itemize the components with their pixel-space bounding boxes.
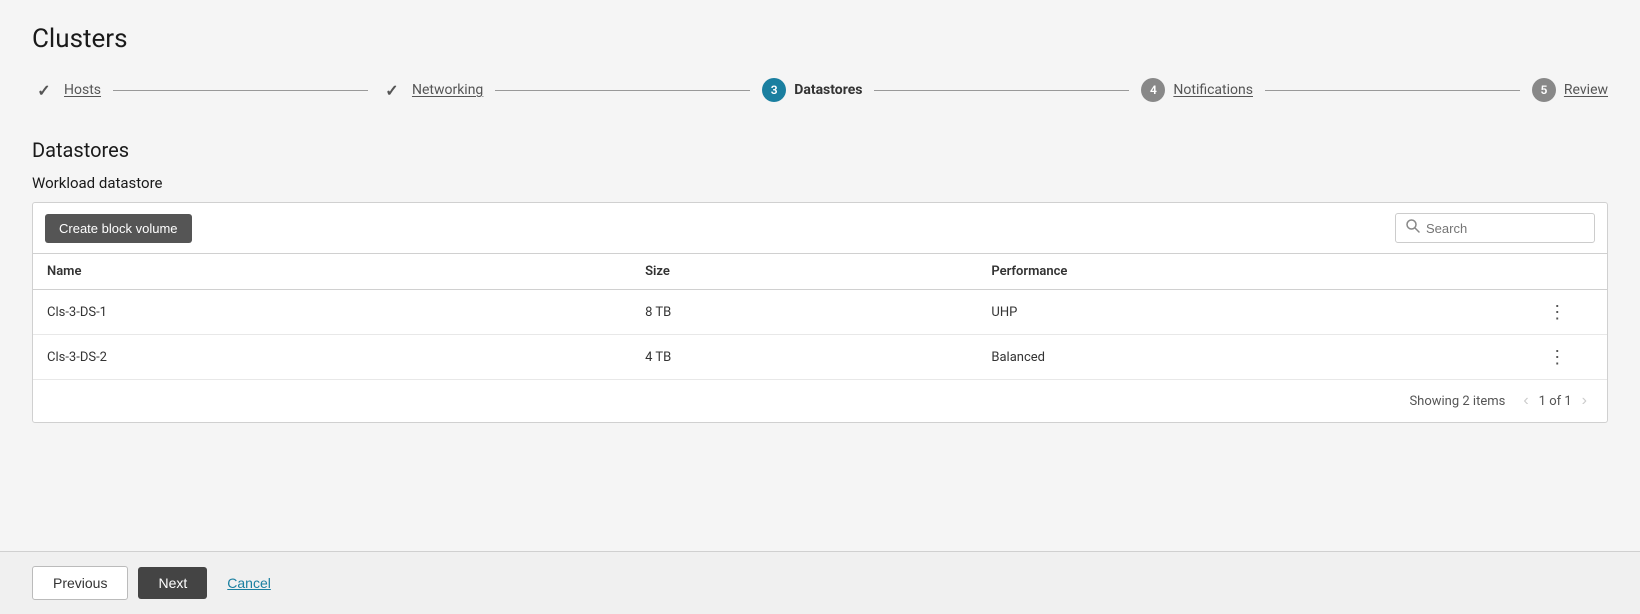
step-review-circle: 5 [1532,78,1556,102]
step-hosts: ✓ Hosts [32,78,101,102]
table-row: Cls-3-DS-1 8 TB UHP ⋮ [33,290,1607,335]
table-toolbar: Create block volume [33,203,1607,254]
col-header-name: Name [33,254,631,290]
step-notifications: 4 Notifications [1141,78,1253,102]
col-header-actions [1528,254,1607,290]
next-button[interactable]: Next [138,567,207,599]
page-wrapper: Clusters ✓ Hosts ✓ Networking 3 [0,0,1640,614]
cell-size: 8 TB [631,290,977,335]
stepper: ✓ Hosts ✓ Networking 3 Datastores [32,78,1608,102]
step-line-1 [113,90,368,91]
showing-items-text: Showing 2 items [1409,394,1505,409]
step-datastores-circle: 3 [762,78,786,102]
cell-size: 4 TB [631,335,977,380]
cancel-button[interactable]: Cancel [217,567,281,599]
pagination-prev-button[interactable]: ‹ [1517,390,1534,412]
pagination-controls: ‹ 1 of 1 › [1517,390,1593,412]
cell-performance: UHP [977,290,1528,335]
cell-performance: Balanced [977,335,1528,380]
step-notifications-circle: 4 [1141,78,1165,102]
step-review: 5 Review [1532,78,1608,102]
step-hosts-label[interactable]: Hosts [64,82,101,98]
cell-name: Cls-3-DS-1 [33,290,631,335]
step-networking-circle: ✓ [380,78,404,102]
datastores-table: Name Size Performance Cls-3-DS-1 8 TB UH… [33,254,1607,379]
bottom-bar: Previous Next Cancel [0,551,1640,614]
cell-actions: ⋮ [1528,290,1607,335]
step-hosts-circle: ✓ [32,78,56,102]
main-content: Clusters ✓ Hosts ✓ Networking 3 [0,0,1640,551]
step-review-label[interactable]: Review [1564,82,1608,98]
step-datastores-label: Datastores [794,82,862,98]
page-title: Clusters [32,24,1608,54]
pagination-next-button[interactable]: › [1576,390,1593,412]
search-box [1395,213,1595,243]
row-more-button[interactable]: ⋮ [1542,346,1572,368]
search-icon [1406,219,1420,237]
datastores-section-title: Datastores [32,138,1608,162]
step-networking-label[interactable]: Networking [412,82,483,98]
step-datastores: 3 Datastores [762,78,862,102]
workload-datastore-title: Workload datastore [32,174,1608,192]
col-header-performance: Performance [977,254,1528,290]
table-row: Cls-3-DS-2 4 TB Balanced ⋮ [33,335,1607,380]
datastores-table-container: Create block volume Name Si [32,202,1608,423]
step-networking: ✓ Networking [380,78,483,102]
cell-actions: ⋮ [1528,335,1607,380]
search-input[interactable] [1426,221,1584,236]
pagination-info: 1 of 1 [1539,394,1572,409]
step-notifications-label[interactable]: Notifications [1173,82,1253,98]
col-header-size: Size [631,254,977,290]
step-line-3 [874,90,1129,91]
create-block-volume-button[interactable]: Create block volume [45,214,192,243]
previous-button[interactable]: Previous [32,566,128,600]
step-line-4 [1265,90,1520,91]
step-line-2 [495,90,750,91]
table-footer: Showing 2 items ‹ 1 of 1 › [33,379,1607,422]
row-more-button[interactable]: ⋮ [1542,301,1572,323]
cell-name: Cls-3-DS-2 [33,335,631,380]
